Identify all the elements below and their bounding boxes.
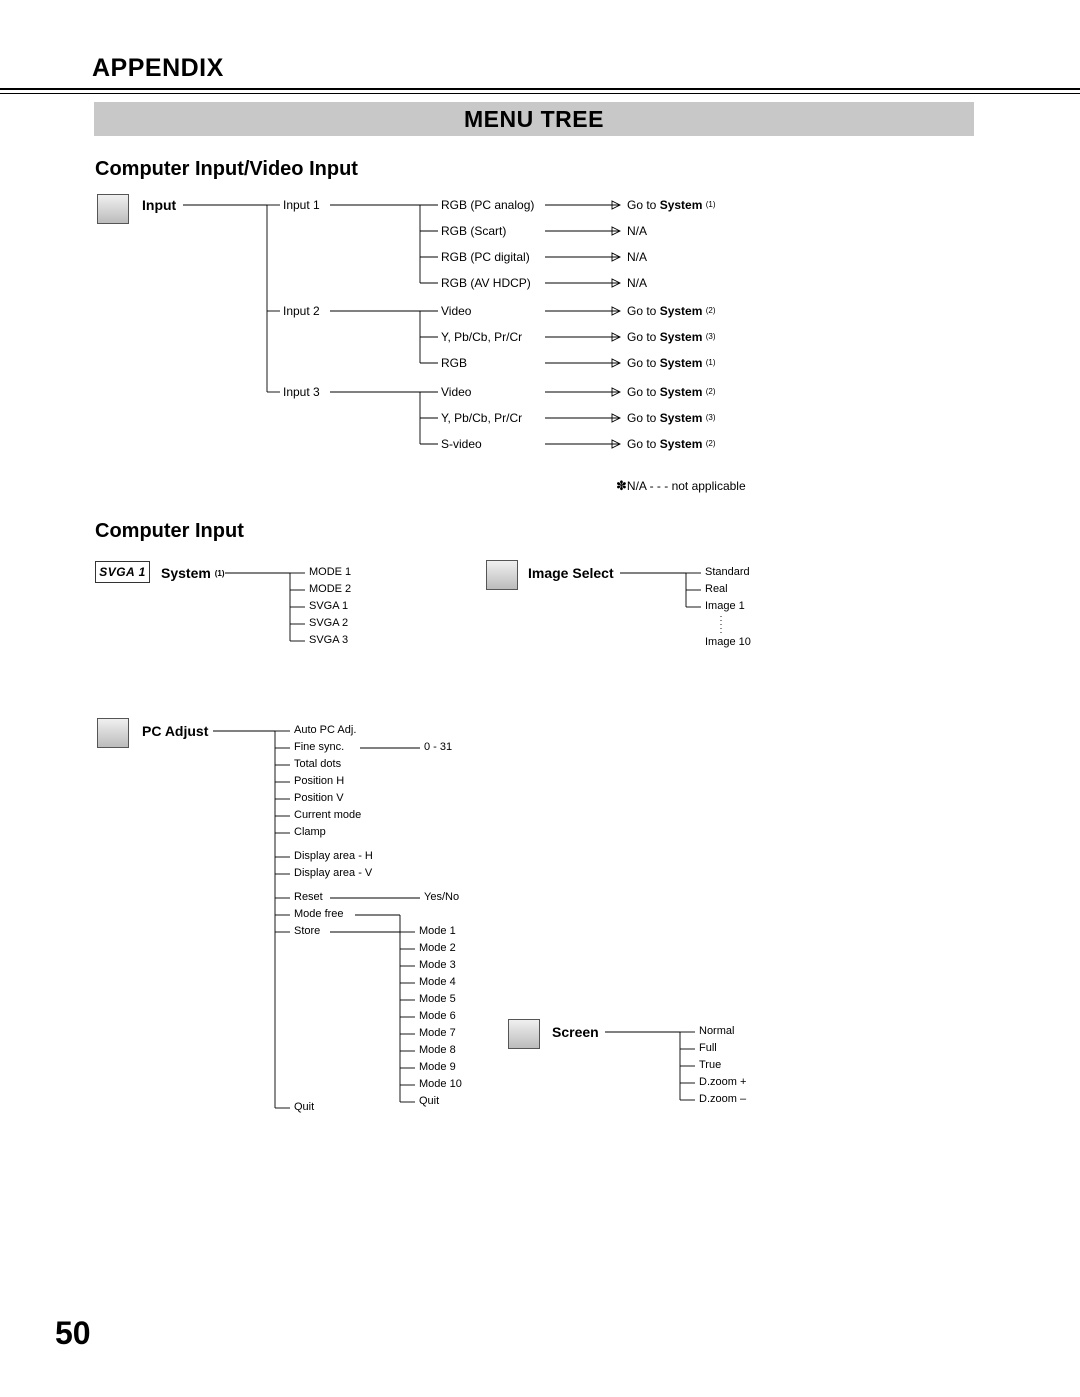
screen-item2: True — [699, 1059, 721, 1071]
mode-4: Mode 5 — [419, 993, 456, 1005]
in2-item1: Y, Pb/Cb, Pr/Cr — [441, 330, 522, 344]
pc-item3: Position H — [294, 775, 344, 787]
screen-item1: Full — [699, 1042, 717, 1054]
tree-lines-screen — [0, 1017, 1080, 1157]
input2-label: Input 2 — [283, 304, 320, 318]
imsel-item2: Image 1 — [705, 600, 745, 612]
in1-item3: RGB (AV HDCP) — [441, 276, 531, 290]
section-computer-input-title: Computer Input — [95, 520, 244, 543]
page: APPENDIX MENU TREE Computer Input/Video … — [0, 0, 1080, 1397]
mode-1: Mode 2 — [419, 942, 456, 954]
pc-item4: Position V — [294, 792, 344, 804]
dest-1b: N/A — [627, 224, 647, 238]
in2-item2: RGB — [441, 356, 467, 370]
dest-3a: Go to System (2) — [627, 385, 716, 399]
in1-item2: RGB (PC digital) — [441, 250, 530, 264]
pc-item7: Display area - H — [294, 850, 373, 862]
screen-item3: D.zoom + — [699, 1076, 746, 1088]
in1-item1: RGB (Scart) — [441, 224, 506, 238]
dest-1a: Go to System (1) — [627, 198, 716, 212]
dest-3c: Go to System (2) — [627, 437, 716, 451]
imsel-item3: Image 10 — [705, 636, 751, 648]
pc-item8: Display area - V — [294, 867, 372, 879]
dest-2b: Go to System (3) — [627, 330, 716, 344]
mode-2: Mode 3 — [419, 959, 456, 971]
pc-item11: Store — [294, 925, 320, 937]
mode-3: Mode 4 — [419, 976, 456, 988]
pc-item2: Total dots — [294, 758, 341, 770]
input1-label: Input 1 — [283, 198, 320, 212]
pc-reset-value: Yes/No — [424, 891, 459, 903]
pc-item6: Clamp — [294, 826, 326, 838]
in1-item0: RGB (PC analog) — [441, 198, 534, 212]
screen-item0: Normal — [699, 1025, 734, 1037]
pc-item5: Current mode — [294, 809, 361, 821]
in3-item2: S-video — [441, 437, 482, 451]
pc-item9: Reset — [294, 891, 323, 903]
mode-0: Mode 1 — [419, 925, 456, 937]
dest-1d: N/A — [627, 276, 647, 290]
dest-2a: Go to System (2) — [627, 304, 716, 318]
pc-item0: Auto PC Adj. — [294, 724, 356, 736]
page-number: 50 — [55, 1315, 91, 1352]
screen-item4: D.zoom – — [699, 1093, 746, 1105]
tree-lines-input — [0, 0, 1080, 520]
in2-item0: Video — [441, 304, 471, 318]
pc-fine-sync-range: 0 - 31 — [424, 741, 452, 753]
tree-lines-image-select — [0, 558, 1080, 698]
dest-1c: N/A — [627, 250, 647, 264]
imsel-item0: Standard — [705, 566, 750, 578]
imsel-item1: Real — [705, 583, 728, 595]
input3-label: Input 3 — [283, 385, 320, 399]
dest-2c: Go to System (1) — [627, 356, 716, 370]
in3-item0: Video — [441, 385, 471, 399]
pc-item1: Fine sync. — [294, 741, 344, 753]
in3-item1: Y, Pb/Cb, Pr/Cr — [441, 411, 522, 425]
dest-3b: Go to System (3) — [627, 411, 716, 425]
pc-item10: Mode free — [294, 908, 344, 920]
footnote: ✽N/A - - - not applicable — [616, 478, 746, 494]
